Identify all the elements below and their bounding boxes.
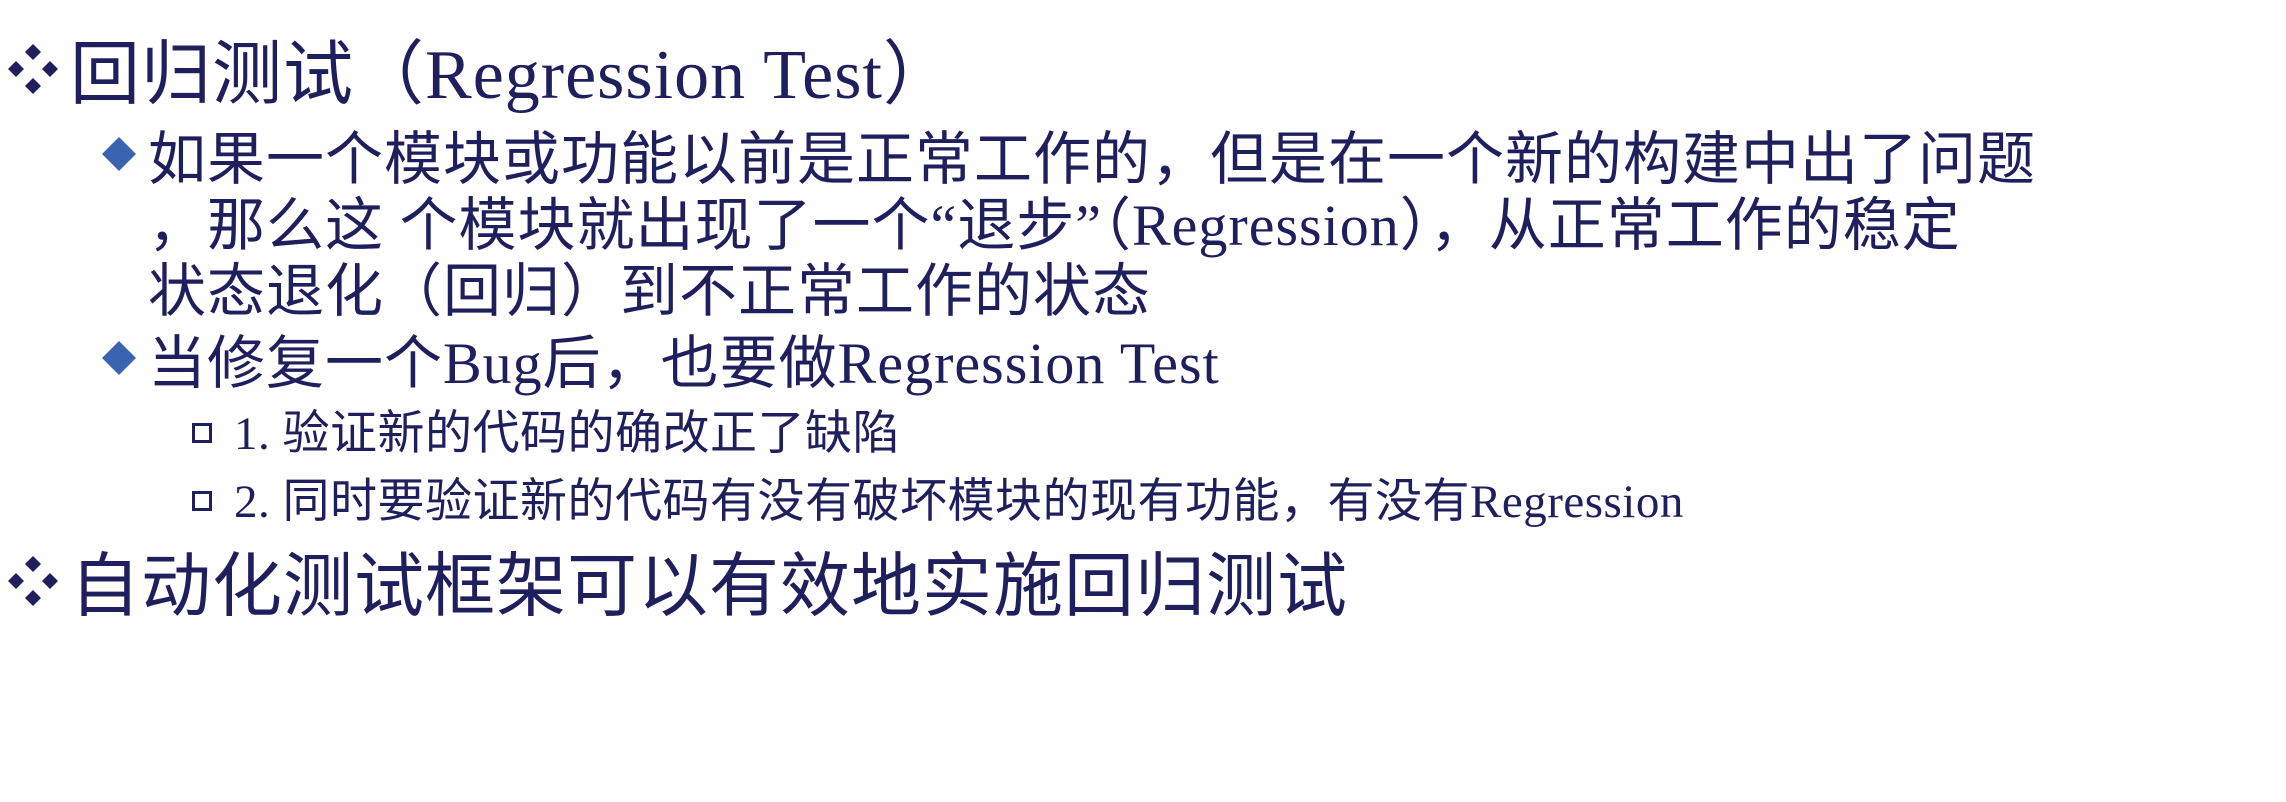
four-diamond-icon	[2, 38, 64, 100]
bullet-text: 回归测试（Regression Test）	[70, 37, 954, 114]
bullet-item-level1: 回归测试（Regression Test）	[2, 18, 954, 119]
bullet-item-level3: 1. 验证新的代码的确改正了缺陷	[192, 394, 900, 463]
diamond-icon	[96, 335, 142, 381]
bullet-item-level3: 2. 同时要验证新的代码有没有破坏模块的现有功能，有没有Regression	[192, 462, 1684, 531]
diamond-icon	[96, 131, 142, 177]
bullet-text: 当修复一个Bug后，也要做Regression Test	[148, 331, 1220, 396]
four-diamond-icon	[2, 550, 64, 612]
square-outline-icon	[192, 490, 212, 511]
square-outline-icon	[192, 422, 212, 443]
slide-content: 回归测试（Regression Test） 如果一个模块或功能以前是正常工作的，…	[0, 0, 2286, 802]
bullet-text: 自动化测试框架可以有效地实施回归测试	[70, 549, 1348, 626]
bullet-item-level2: 当修复一个Bug后，也要做Regression Test	[96, 316, 1220, 400]
bullet-item-level1: 自动化测试框架可以有效地实施回归测试	[2, 530, 1348, 631]
bullet-text: 1. 验证新的代码的确改正了缺陷	[234, 408, 900, 460]
bullet-text: 2. 同时要验证新的代码有没有破坏模块的现有功能，有没有Regression	[234, 476, 1684, 528]
